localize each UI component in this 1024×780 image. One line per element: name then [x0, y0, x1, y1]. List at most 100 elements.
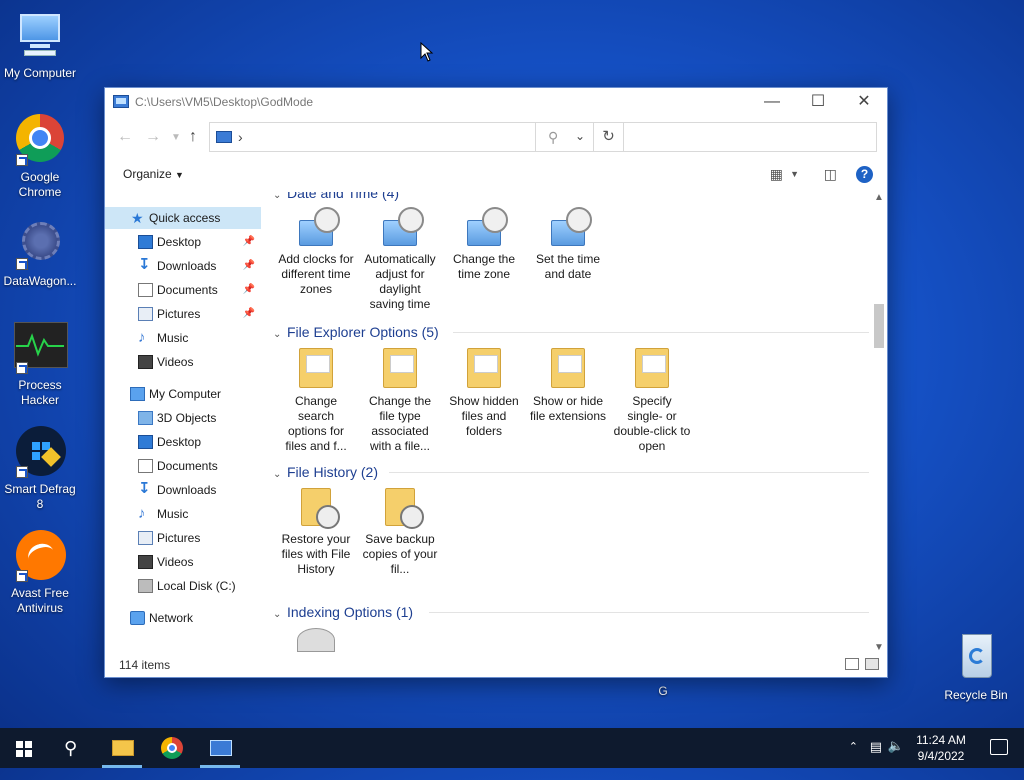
nav-item-desktop-2[interactable]: Desktop: [105, 431, 261, 453]
nav-item-pictures[interactable]: Pictures 📌: [105, 303, 261, 325]
up-arrow-icon[interactable]: ↑: [189, 128, 197, 146]
group-header-date-time[interactable]: ⌄ Date and Time (4): [273, 192, 399, 203]
volume-icon[interactable]: 🔈: [888, 738, 904, 778]
list-item[interactable]: Change search options for files and f...: [277, 348, 355, 454]
recent-locations-chevron-icon[interactable]: ▼: [171, 132, 181, 143]
folder-options-icon: [551, 348, 585, 388]
smart-defrag-icon: [14, 426, 66, 478]
organize-button[interactable]: Organize ▼: [123, 167, 184, 181]
group-title: Indexing Options (1): [287, 604, 414, 620]
chevron-down-icon[interactable]: ▼: [790, 169, 799, 179]
nav-item-label: Documents: [157, 283, 218, 297]
close-button[interactable]: ✕: [841, 88, 887, 116]
nav-item-videos[interactable]: Videos: [105, 351, 261, 373]
nav-item-local-disk[interactable]: Local Disk (C:): [105, 575, 261, 597]
taskbar-control-panel[interactable]: [196, 728, 244, 768]
pin-icon[interactable]: 📌: [243, 231, 255, 253]
scroll-down-icon[interactable]: ▼: [874, 642, 884, 653]
search-button[interactable]: ⚲: [48, 728, 96, 768]
pin-icon[interactable]: 📌: [243, 303, 255, 325]
maximize-button[interactable]: ☐: [795, 88, 841, 116]
change-view-icon[interactable]: ▦: [770, 166, 783, 183]
item-label: Specify single- or double-click to open: [613, 394, 691, 453]
group-header-file-history[interactable]: ⌄ File History (2): [273, 462, 378, 482]
list-item[interactable]: Show or hide file extensions: [529, 348, 607, 424]
desktop-icon-google-chrome[interactable]: Google Chrome: [0, 114, 80, 200]
folder-options-icon: [635, 348, 669, 388]
scroll-thumb[interactable]: [874, 304, 884, 348]
show-hidden-icons-chevron-icon[interactable]: ⌃: [849, 740, 858, 780]
desktop-icon-smart-defrag[interactable]: Smart Defrag 8: [0, 426, 80, 512]
desktop-icon-my-computer[interactable]: My Computer: [0, 10, 80, 81]
nav-item-my-computer[interactable]: My Computer: [105, 383, 261, 405]
forward-arrow-icon[interactable]: →: [145, 128, 161, 146]
notification-center-icon[interactable]: [990, 739, 1008, 755]
group-header-file-explorer-options[interactable]: ⌄ File Explorer Options (5): [273, 322, 439, 342]
nav-item-documents-2[interactable]: Documents: [105, 455, 261, 477]
details-view-icon[interactable]: [845, 658, 859, 670]
list-item[interactable]: Show hidden files and folders: [445, 348, 523, 439]
nav-item-downloads-2[interactable]: ↧ Downloads: [105, 479, 261, 501]
nav-item-desktop[interactable]: Desktop 📌: [105, 231, 261, 253]
nav-item-pictures-2[interactable]: Pictures: [105, 527, 261, 549]
network-status-icon[interactable]: ▤: [870, 739, 882, 779]
list-item[interactable]: Automatically adjust for daylight saving…: [361, 207, 439, 312]
group-header-indexing-options[interactable]: ⌄ Indexing Options (1): [273, 602, 413, 622]
shortcut-arrow-icon: [16, 362, 28, 374]
list-item[interactable]: Change the time zone: [445, 207, 523, 282]
taskbar-file-explorer[interactable]: [98, 728, 146, 768]
minimize-button[interactable]: —: [749, 88, 795, 116]
desktop-icon-recycle-bin[interactable]: Recycle Bin: [934, 632, 1018, 703]
list-item[interactable]: Save backup copies of your fil...: [361, 488, 439, 577]
window-title: C:\Users\VM5\Desktop\GodMode: [135, 95, 314, 109]
taskbar-clock[interactable]: 11:24 AM 9/4/2022: [906, 732, 976, 764]
nav-item-label: Quick access: [149, 211, 221, 225]
nav-item-label: Downloads: [157, 483, 217, 497]
nav-item-network[interactable]: Network: [105, 607, 261, 629]
taskbar-chrome[interactable]: [148, 728, 196, 768]
chevron-down-icon: ▼: [175, 170, 184, 180]
back-arrow-icon[interactable]: ←: [117, 128, 133, 146]
nav-item-3d-objects[interactable]: 3D Objects: [105, 407, 261, 429]
pin-icon[interactable]: 📌: [243, 255, 255, 277]
start-button[interactable]: [0, 728, 48, 768]
address-separator: ›: [238, 129, 243, 145]
list-item[interactable]: [277, 628, 355, 653]
nav-item-music[interactable]: ♪ Music: [105, 327, 261, 349]
scroll-up-icon[interactable]: ▲: [874, 192, 884, 203]
star-icon: ★: [131, 210, 144, 226]
video-icon: [138, 355, 153, 369]
pin-icon[interactable]: 📌: [243, 279, 255, 301]
nav-item-documents[interactable]: Documents 📌: [105, 279, 261, 301]
nav-item-label: Music: [157, 507, 189, 521]
vertical-scrollbar[interactable]: ▲ ▼: [871, 192, 887, 653]
large-icons-view-icon[interactable]: [865, 658, 879, 670]
clock-icon: [299, 207, 340, 246]
process-hacker-icon: [14, 322, 68, 374]
list-item[interactable]: Change the file type associated with a f…: [361, 348, 439, 454]
desktop-icon-datawagon[interactable]: DataWagon...: [0, 218, 80, 289]
list-item[interactable]: Set the time and date: [529, 207, 607, 282]
chevron-down-icon: ⌄: [273, 469, 282, 480]
item-label: Show or hide file extensions: [529, 394, 607, 423]
nav-item-label: Downloads: [157, 259, 217, 273]
shortcut-arrow-icon: [16, 154, 28, 166]
desktop-icon-avast[interactable]: Avast Free Antivirus: [0, 530, 80, 616]
help-icon[interactable]: ?: [856, 166, 873, 183]
my-computer-icon: [14, 10, 66, 62]
nav-item-downloads[interactable]: ↧ Downloads 📌: [105, 255, 261, 277]
nav-item-label: Documents: [157, 459, 218, 473]
preview-pane-icon[interactable]: ◫: [824, 166, 837, 183]
title-bar[interactable]: C:\Users\VM5\Desktop\GodMode — ☐ ✕: [105, 88, 887, 116]
list-item[interactable]: Add clocks for different time zones: [277, 207, 355, 297]
organize-label: Organize: [123, 167, 172, 181]
nav-item-quick-access[interactable]: ★ Quick access: [105, 207, 261, 229]
list-item[interactable]: Specify single- or double-click to open: [613, 348, 691, 454]
list-item[interactable]: Restore your files with File History: [277, 488, 355, 577]
search-input[interactable]: ⚲: [535, 122, 877, 152]
explorer-window[interactable]: C:\Users\VM5\Desktop\GodMode — ☐ ✕ ← → ▼…: [104, 87, 888, 678]
desktop-icon-process-hacker[interactable]: Process Hacker: [0, 322, 80, 408]
nav-item-music-2[interactable]: ♪ Music: [105, 503, 261, 525]
nav-item-videos-2[interactable]: Videos: [105, 551, 261, 573]
3d-objects-icon: [138, 411, 153, 425]
